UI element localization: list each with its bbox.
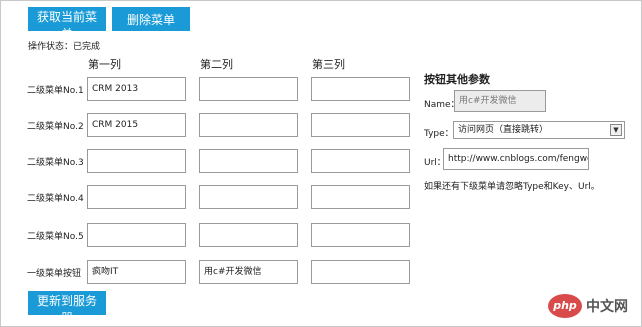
- row-label-submenu-3: 二级菜单No.3: [27, 158, 84, 168]
- column-header-1: 第一列: [88, 58, 121, 71]
- row-label-submenu-2: 二级菜单No.2: [27, 122, 84, 132]
- chevron-down-icon[interactable]: ▼: [610, 124, 622, 136]
- menu-cell-r3-c2[interactable]: [199, 149, 298, 173]
- name-field[interactable]: 用c#开发微信: [454, 90, 546, 112]
- menu-cell-r3-c3[interactable]: [311, 149, 410, 173]
- menu-cell-r1-c1[interactable]: CRM 2013: [87, 77, 186, 101]
- watermark: php 中文网: [548, 292, 638, 322]
- type-label: Type：: [424, 129, 454, 139]
- menu-cell-r2-c1[interactable]: CRM 2015: [87, 113, 186, 137]
- row-label-submenu-4: 二级菜单No.4: [27, 194, 84, 204]
- menu-cell-r4-c3[interactable]: [311, 185, 410, 209]
- type-select[interactable]: 访问网页（直接跳转） ▼: [453, 121, 625, 139]
- url-field[interactable]: http://www.cnblogs.com/fengwenit: [443, 148, 589, 170]
- row-label-top-menu: 一级菜单按钮: [27, 269, 82, 279]
- menu-cell-r3-c1[interactable]: [87, 149, 186, 173]
- update-to-server-button[interactable]: 更新到服务器: [28, 291, 106, 325]
- type-select-value: 访问网页（直接跳转）: [458, 125, 549, 135]
- params-title: 按钮其他参数: [424, 73, 490, 86]
- menu-cell-r5-c3[interactable]: [311, 223, 410, 247]
- menu-cell-r6-c3[interactable]: [311, 260, 410, 284]
- menu-cell-r6-c1[interactable]: 疯吻IT: [87, 260, 186, 284]
- column-header-3: 第三列: [312, 58, 345, 71]
- menu-cell-r6-c2[interactable]: 用c#开发微信: [199, 260, 298, 284]
- get-current-menu-button[interactable]: 获取当前菜单: [28, 7, 106, 41]
- menu-cell-r4-c2[interactable]: [199, 185, 298, 209]
- column-header-2: 第二列: [200, 58, 233, 71]
- php-logo: php: [548, 294, 582, 318]
- menu-cell-r2-c2[interactable]: [199, 113, 298, 137]
- row-label-submenu-5: 二级菜单No.5: [27, 232, 84, 242]
- menu-cell-r1-c2[interactable]: [199, 77, 298, 101]
- row-label-submenu-1: 二级菜单No.1: [27, 86, 84, 96]
- help-note: 如果还有下级菜单请忽略Type和Key、Url。: [424, 182, 600, 192]
- menu-cell-r5-c2[interactable]: [199, 223, 298, 247]
- menu-cell-r4-c1[interactable]: [87, 185, 186, 209]
- watermark-text: 中文网: [586, 299, 628, 315]
- delete-menu-button[interactable]: 删除菜单: [112, 7, 190, 31]
- menu-cell-r5-c1[interactable]: [87, 223, 186, 247]
- menu-cell-r1-c3[interactable]: [311, 77, 410, 101]
- operation-status: 操作状态：已完成: [28, 42, 101, 52]
- menu-cell-r2-c3[interactable]: [311, 113, 410, 137]
